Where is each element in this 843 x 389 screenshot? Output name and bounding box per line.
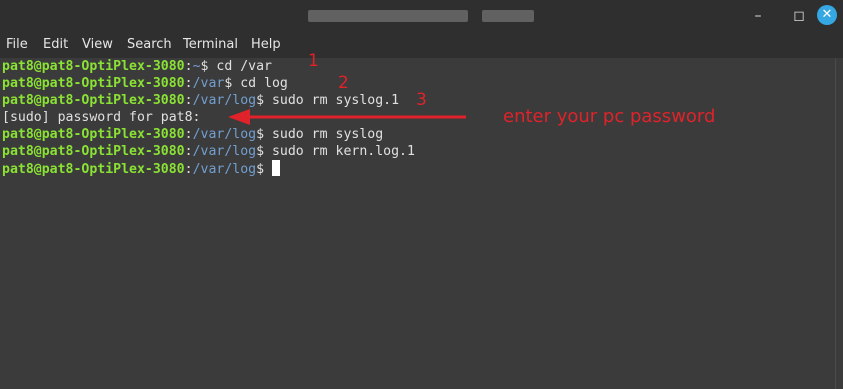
prompt-path: ~ [192, 59, 201, 74]
menu-terminal[interactable]: Terminal [183, 37, 238, 52]
annotation-number-2: 2 [338, 73, 349, 93]
scrollbar[interactable] [835, 58, 843, 389]
prompt-user: pat8@pat8-OptiPlex-3080 [2, 59, 185, 74]
menu-help[interactable]: Help [251, 37, 281, 52]
prompt-user: pat8@pat8-OptiPlex-3080 [2, 162, 185, 177]
command: $ cd /var [200, 59, 272, 74]
menu-edit[interactable]: Edit [43, 37, 68, 52]
maximize-button[interactable]: ◻ [788, 6, 810, 26]
prompt-sep: : [184, 127, 193, 142]
annotation-number-3: 3 [416, 90, 427, 110]
command: $ sudo rm syslog [256, 127, 384, 142]
menu-file[interactable]: File [6, 37, 28, 52]
annotation-arrow-icon [228, 109, 466, 125]
terminal-line: pat8@pat8-OptiPlex-3080:/var/log$ sudo r… [2, 126, 383, 143]
minimize-button[interactable]: – [747, 6, 769, 26]
prompt-path: /var/log [192, 127, 257, 142]
terminal-line: pat8@pat8-OptiPlex-3080:/var/log$ [2, 160, 280, 177]
prompt-user: pat8@pat8-OptiPlex-3080 [2, 93, 185, 108]
terminal-line: pat8@pat8-OptiPlex-3080:/var/log$ sudo r… [2, 92, 399, 109]
sudo-prompt: [sudo] password for pat8: [2, 110, 201, 125]
command: $ cd log [224, 76, 288, 91]
terminal-line: pat8@pat8-OptiPlex-3080:/var/log$ sudo r… [2, 143, 415, 160]
close-icon: ✕ [821, 7, 833, 22]
prompt-sep: : [184, 144, 193, 159]
prompt-sep: : [184, 162, 193, 177]
window-title-redacted-2 [482, 10, 534, 22]
command: $ sudo rm syslog.1 [256, 93, 400, 108]
maximize-icon: ◻ [793, 8, 805, 24]
menu-view[interactable]: View [82, 37, 113, 52]
prompt-path: /var [192, 76, 225, 91]
command: $ [256, 162, 272, 177]
command: $ sudo rm kern.log.1 [256, 144, 415, 159]
prompt-sep: : [184, 59, 193, 74]
text-cursor [272, 160, 280, 176]
annotation-note: enter your pc password [503, 106, 716, 127]
menu-bar: File Edit View Search Terminal Help [0, 32, 843, 58]
prompt-user: pat8@pat8-OptiPlex-3080 [2, 76, 185, 91]
close-button[interactable]: ✕ [817, 5, 837, 25]
minimize-icon: – [754, 8, 762, 24]
prompt-user: pat8@pat8-OptiPlex-3080 [2, 127, 185, 142]
prompt-path: /var/log [192, 93, 257, 108]
prompt-path: /var/log [192, 162, 257, 177]
prompt-sep: : [184, 76, 193, 91]
window-title-redacted [308, 10, 468, 22]
title-bar: – ◻ ✕ [0, 0, 843, 32]
prompt-sep: : [184, 93, 193, 108]
annotation-number-1: 1 [308, 51, 319, 71]
prompt-path: /var/log [192, 144, 257, 159]
terminal-line: pat8@pat8-OptiPlex-3080:/var$ cd log [2, 75, 288, 92]
menu-search[interactable]: Search [127, 37, 172, 52]
terminal-line: [sudo] password for pat8: [2, 109, 201, 126]
prompt-user: pat8@pat8-OptiPlex-3080 [2, 144, 185, 159]
terminal-line: pat8@pat8-OptiPlex-3080:~$ cd /var [2, 58, 272, 75]
